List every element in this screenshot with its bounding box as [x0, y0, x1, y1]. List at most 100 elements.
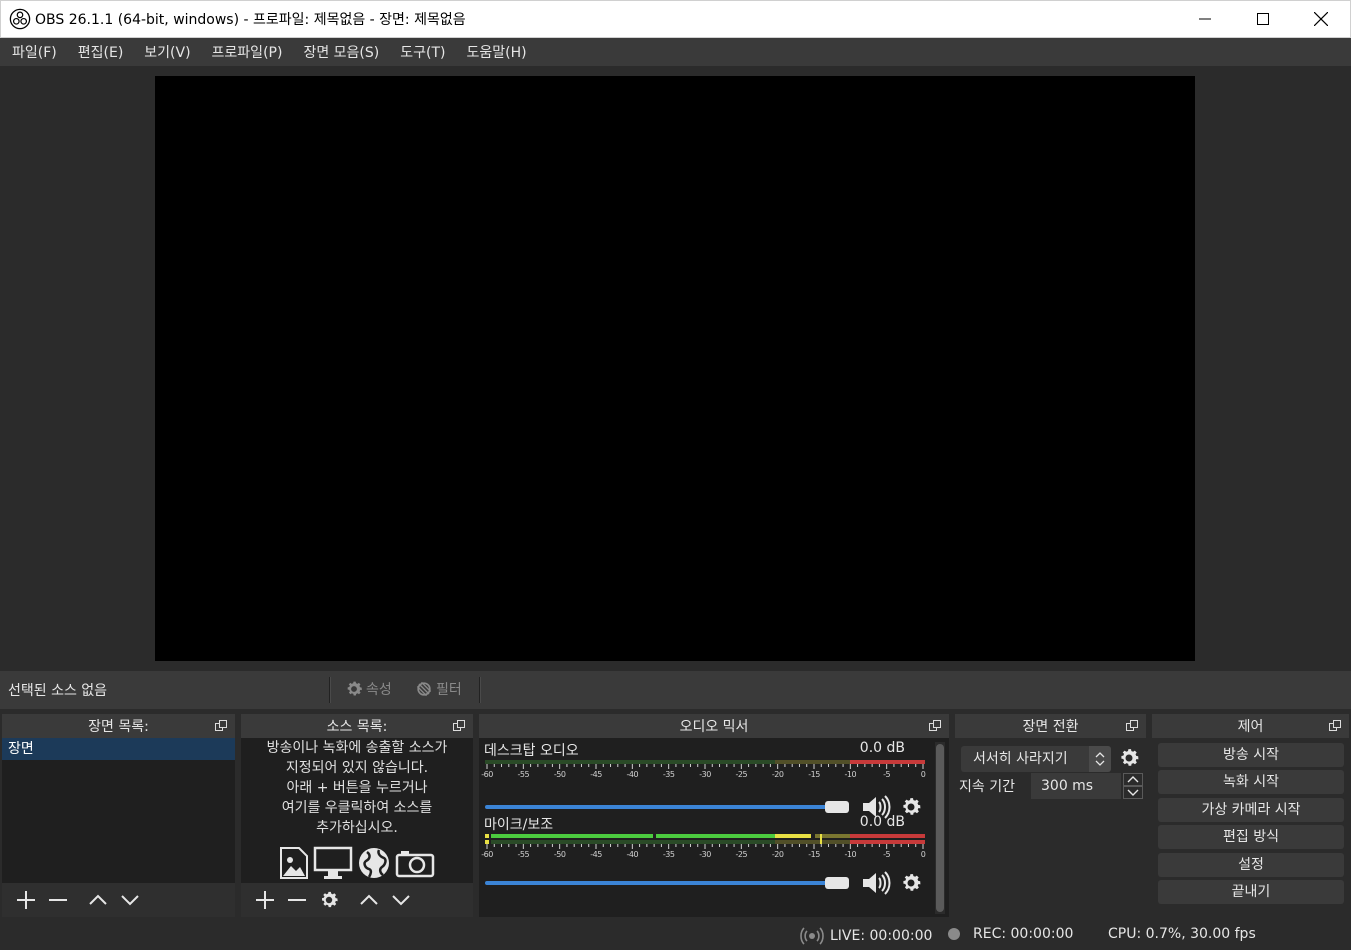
broadcast-icon	[800, 927, 824, 945]
obs-logo-icon	[9, 8, 31, 30]
volume-slider[interactable]	[485, 805, 837, 809]
transitions-body: 서서히 사라지기	[955, 738, 1146, 917]
status-bar: LIVE: 00:00:00 REC: 00:00:00 CPU: 0.7%, …	[0, 920, 1351, 950]
transition-selected: 서서히 사라지기	[973, 751, 1068, 767]
meter-tick-label: -5	[883, 850, 891, 859]
meter-tick-label: -40	[626, 770, 639, 779]
move-source-up-button[interactable]	[353, 885, 385, 915]
duration-label: 지속 기간	[959, 779, 1015, 795]
float-dock-icon[interactable]	[1126, 720, 1138, 732]
hint-line: 아래 + 버튼을 누르거나	[286, 780, 428, 796]
controls-header: 제어	[1152, 714, 1349, 738]
close-icon	[1314, 12, 1328, 26]
volume-slider-handle[interactable]	[825, 801, 849, 813]
channel-name: 데스크탑 오디오	[484, 743, 579, 759]
menu-help[interactable]: 도움말(H)	[458, 42, 534, 62]
move-scene-up-button[interactable]	[82, 885, 114, 915]
channel-db: 0.0 dB	[859, 740, 905, 756]
window-title: OBS 26.1.1 (64-bit, windows) - 프로파일: 제목없…	[35, 12, 466, 28]
scene-list-item[interactable]: 장면	[2, 738, 235, 760]
source-type-icons	[241, 846, 473, 880]
empty-sources-hint: 방송이나 녹화에 송출할 소스가 지정되어 있지 않습니다. 아래 + 버튼을 …	[241, 738, 473, 838]
properties-button[interactable]: 속성	[344, 679, 392, 699]
chevron-up-icon	[360, 894, 378, 905]
scenes-dock-title: 장면 목록:	[88, 719, 149, 735]
plus-icon	[256, 891, 274, 909]
scenes-toolbar	[2, 883, 235, 917]
studio-mode-button[interactable]: 편집 방식	[1158, 825, 1344, 849]
source-properties-button[interactable]	[313, 885, 345, 915]
duration-spinner-icon[interactable]	[1123, 773, 1143, 799]
live-timer: LIVE: 00:00:00	[830, 928, 933, 944]
mixer-scrollbar[interactable]	[935, 742, 945, 914]
close-button[interactable]	[1292, 1, 1350, 37]
volume-slider-handle[interactable]	[825, 877, 849, 889]
scenes-dock-header: 장면 목록:	[2, 714, 235, 738]
menu-scene-collection[interactable]: 장면 모음(S)	[295, 42, 387, 62]
audio-channel-desktop: 데스크탑 오디오 0.0 dB -60 -55 -50 -45 -40 -35 -30 -25…	[479, 740, 929, 819]
start-virtual-camera-button[interactable]: 가상 카메라 시작	[1158, 798, 1344, 822]
meter-tick-label: -35	[662, 850, 675, 859]
meter-tick-label: -35	[662, 770, 675, 779]
maximize-button[interactable]	[1234, 1, 1292, 37]
sources-dock-title: 소스 목록:	[326, 719, 388, 735]
meter-tick-label: -15	[808, 850, 820, 859]
volume-slider[interactable]	[485, 881, 837, 885]
speaker-icon[interactable]	[861, 870, 891, 896]
title-bar: OBS 26.1.1 (64-bit, windows) - 프로파일: 제목없…	[0, 0, 1351, 38]
meter-tick-label: -25	[735, 770, 748, 779]
menu-bar: 파일(F) 편집(E) 보기(V) 프로파일(P) 장면 모음(S) 도구(T)…	[0, 38, 1351, 66]
hint-line: 여기를 우클릭하여 소스를	[281, 800, 433, 816]
remove-scene-button[interactable]	[42, 885, 74, 915]
menu-file[interactable]: 파일(F)	[4, 42, 65, 62]
chevron-down-icon	[121, 895, 139, 906]
sources-toolbar	[241, 883, 473, 917]
cpu-status: CPU: 0.7%, 30.00 fps	[1108, 926, 1256, 942]
mixer-scrollbar-thumb[interactable]	[936, 744, 944, 912]
properties-label: 속성	[366, 682, 392, 698]
hint-line: 방송이나 녹화에 송출할 소스가	[266, 740, 448, 756]
audio-mixer-dock: 오디오 믹서 데스크탑 오디오 0.0 dB -60 -55 -50 -45 -40 -3…	[479, 714, 949, 917]
add-scene-button[interactable]	[10, 885, 42, 915]
duration-input[interactable]: 300 ms	[1031, 773, 1121, 799]
float-dock-icon[interactable]	[929, 720, 941, 732]
menu-profile[interactable]: 프로파일(P)	[204, 42, 291, 62]
filters-button[interactable]: 필터	[414, 679, 462, 699]
menu-tools[interactable]: 도구(T)	[392, 42, 453, 62]
meter-tick-label: -50	[553, 770, 566, 779]
menu-view[interactable]: 보기(V)	[136, 42, 198, 62]
float-dock-icon[interactable]	[453, 720, 465, 732]
start-recording-button[interactable]: 녹화 시작	[1158, 770, 1344, 794]
meter-tick-label: -20	[771, 770, 784, 779]
cpu-fps: CPU: 0.7%, 30.00 fps	[1108, 926, 1256, 942]
move-scene-down-button[interactable]	[114, 885, 146, 915]
exit-button[interactable]: 끝내기	[1158, 880, 1344, 904]
start-streaming-button[interactable]: 방송 시작	[1158, 743, 1344, 767]
updown-arrows-icon	[1089, 746, 1111, 772]
globe-icon	[359, 848, 389, 878]
scene-transitions-dock: 장면 전환 서서히 사라지기 지속 기간 300 ms	[955, 714, 1146, 917]
chevron-up-icon	[89, 894, 107, 905]
meter-tick-label: -25	[735, 850, 748, 859]
gear-icon[interactable]	[899, 871, 923, 895]
chevron-down-icon	[392, 895, 410, 906]
monitor-icon	[313, 846, 353, 879]
live-status: LIVE: 00:00:00	[798, 926, 932, 946]
move-source-down-button[interactable]	[385, 885, 417, 915]
meter-tick-label: -20	[771, 850, 784, 859]
gear-icon[interactable]	[1117, 746, 1141, 770]
preview-canvas[interactable]	[155, 76, 1195, 661]
add-source-button[interactable]	[249, 885, 281, 915]
remove-source-button[interactable]	[281, 885, 313, 915]
audio-channel-mic: 마이크/보조 0.0 dB -60 -55 -50 -45 -40 -35 -30 -25-	[479, 814, 929, 896]
settings-button[interactable]: 설정	[1158, 853, 1344, 877]
minimize-button[interactable]	[1176, 1, 1234, 37]
meter-tick-label: 0	[920, 770, 926, 779]
meter-tick-label: 0	[920, 850, 926, 859]
menu-edit[interactable]: 편집(E)	[70, 42, 132, 62]
filter-icon	[416, 681, 432, 697]
float-dock-icon[interactable]	[215, 720, 227, 732]
transition-select[interactable]: 서서히 사라지기	[961, 746, 1111, 772]
float-dock-icon[interactable]	[1329, 720, 1341, 732]
minus-icon	[288, 899, 306, 901]
